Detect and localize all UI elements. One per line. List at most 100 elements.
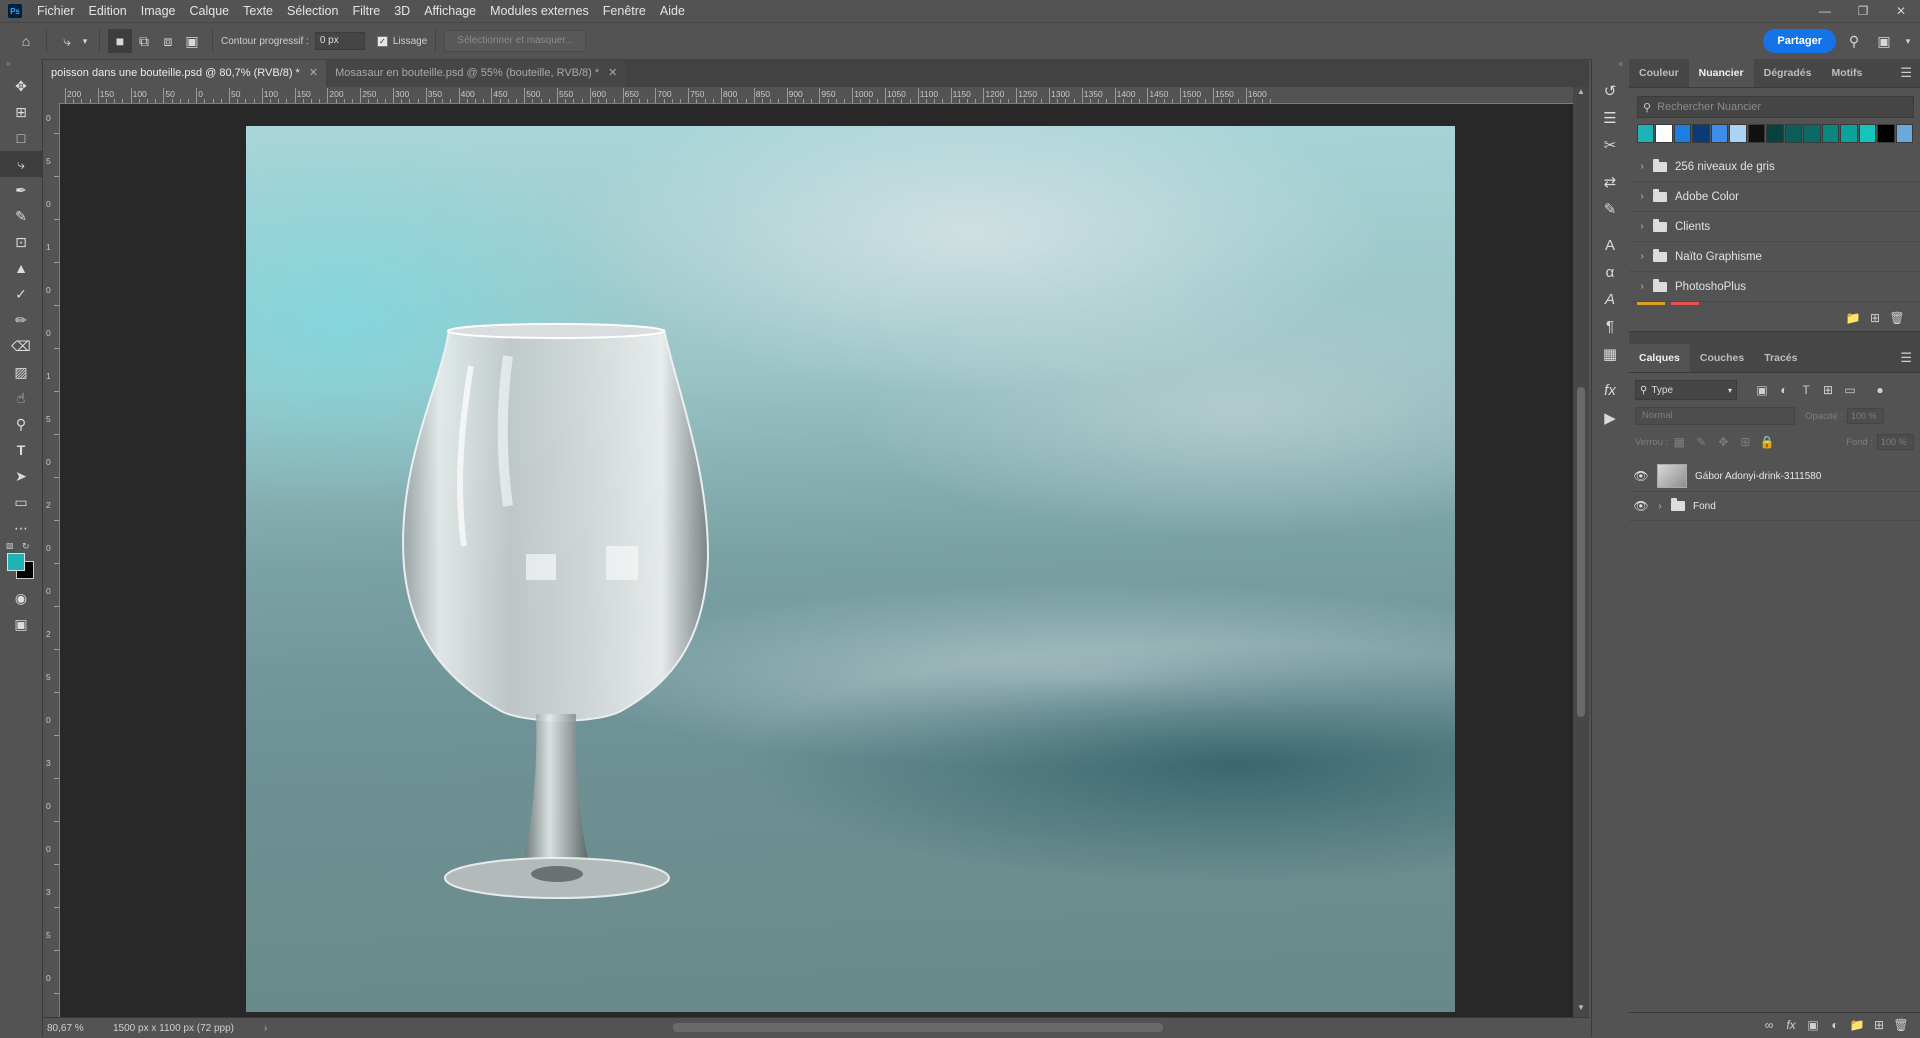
eye-icon[interactable]: 👁 [1629, 469, 1653, 483]
tools-icon[interactable]: ✂ [1592, 131, 1628, 158]
fx-icon[interactable]: fx [1592, 377, 1628, 404]
swatch-group-row[interactable]: › PhotoshoPlus [1629, 272, 1920, 302]
menu-affichage[interactable]: Affichage [417, 4, 483, 18]
color-swatch[interactable] [1710, 124, 1729, 143]
tab-calques[interactable]: Calques [1629, 344, 1690, 372]
trash-icon[interactable]: 🗑 [1886, 311, 1908, 325]
lissage-checkbox[interactable]: ✓ Lissage [376, 35, 427, 47]
filter-pixel-icon[interactable]: ▣ [1751, 383, 1773, 397]
dodge-tool-icon[interactable]: ⚲ [0, 411, 42, 437]
color-swatch[interactable] [1858, 124, 1877, 143]
chevron-down-icon[interactable]: ▾ [1900, 29, 1916, 53]
close-icon[interactable]: ✕ [1882, 0, 1920, 22]
swatch-group-row[interactable]: › Naïto Graphisme [1629, 242, 1920, 272]
tab-couleur[interactable]: Couleur [1629, 59, 1689, 87]
swatch-group-row[interactable]: › Adobe Color [1629, 182, 1920, 212]
lock-paint-icon[interactable]: ✎ [1690, 435, 1712, 449]
lock-move-icon[interactable]: ✥ [1712, 435, 1734, 449]
tab-traces[interactable]: Tracés [1754, 344, 1807, 372]
collapse-icon[interactable]: » [0, 59, 42, 73]
vertical-scrollbar[interactable]: ▲ ▼ [1573, 87, 1589, 1017]
color-swatch[interactable] [1803, 124, 1821, 143]
eyedropper-tool-icon[interactable]: ✓ [0, 281, 42, 307]
stamp-tool-icon[interactable]: ▲ [0, 255, 42, 281]
close-icon[interactable]: ✕ [309, 67, 318, 79]
filter-adjustment-icon[interactable]: ◐ [1773, 383, 1795, 397]
eye-icon[interactable]: 👁 [1629, 499, 1653, 513]
filter-type-icon[interactable]: T [1795, 383, 1817, 397]
menu-texte[interactable]: Texte [236, 4, 280, 18]
tab-document-2[interactable]: Mosasaur en bouteille.psd @ 55% (bouteil… [327, 60, 626, 87]
gradient-tool-icon[interactable]: ▨ [0, 359, 42, 385]
color-swatch[interactable] [1673, 124, 1692, 143]
glyphs-icon[interactable]: α [1592, 259, 1628, 286]
quick-mask-icon[interactable]: ◉ [0, 585, 42, 611]
brush-tool-icon[interactable]: ✏ [0, 307, 42, 333]
menu-selection[interactable]: Sélection [280, 4, 345, 18]
menu-fichier[interactable]: Fichier [30, 4, 82, 18]
collapse-icon[interactable]: « [1592, 59, 1629, 77]
screen-mode-icon[interactable]: ▣ [0, 611, 42, 637]
color-swatch[interactable] [1766, 124, 1784, 143]
intersect-selection-icon[interactable]: ▣ [180, 29, 204, 53]
lock-all-icon[interactable]: 🔒 [1756, 435, 1778, 449]
history-icon[interactable]: ↺ [1592, 77, 1628, 104]
color-swatch[interactable] [1637, 124, 1655, 143]
chevron-right-icon[interactable]: › [1635, 191, 1649, 202]
chevron-right-icon[interactable]: › [1635, 161, 1649, 172]
select-and-mask-button[interactable]: Sélectionner et masquer... [444, 30, 587, 52]
marquee-tool-icon[interactable]: □ [0, 125, 42, 151]
menu-3d[interactable]: 3D [387, 4, 417, 18]
add-mask-icon[interactable]: ▣ [1802, 1018, 1824, 1032]
color-swatch[interactable] [1655, 124, 1673, 143]
filter-shape-icon[interactable]: ⊞ [1817, 383, 1839, 397]
menu-aide[interactable]: Aide [653, 4, 692, 18]
color-swatch[interactable] [1840, 124, 1858, 143]
tab-document-1[interactable]: poisson dans une bouteille.psd @ 80,7% (… [43, 60, 327, 87]
menu-fenetre[interactable]: Fenêtre [596, 4, 653, 18]
adjustments-icon[interactable]: ☰ [1592, 104, 1628, 131]
home-icon[interactable]: ⌂ [14, 29, 38, 53]
opacity-input[interactable]: 100 % [1847, 408, 1885, 424]
panel-menu-icon[interactable]: ☰ [1900, 350, 1912, 366]
status-chevron-icon[interactable]: › [264, 1023, 267, 1034]
swap-colors-icon[interactable]: ↻ [22, 541, 30, 552]
character-icon[interactable]: A [1592, 232, 1628, 259]
tab-couches[interactable]: Couches [1690, 344, 1754, 372]
menu-edition[interactable]: Edition [82, 4, 134, 18]
vertical-scroll-thumb[interactable] [1577, 387, 1585, 717]
contour-input[interactable]: 0 px [314, 32, 365, 50]
actions-play-icon[interactable]: ▶ [1592, 404, 1628, 431]
path-selection-icon[interactable]: ➤ [0, 463, 42, 489]
horizontal-scroll-thumb[interactable] [673, 1023, 1163, 1032]
workspace-icon[interactable]: ▣ [1872, 29, 1896, 53]
paragraph-styles-icon[interactable]: ▦ [1592, 340, 1628, 367]
chevron-right-icon[interactable]: › [1635, 281, 1649, 292]
menu-filtre[interactable]: Filtre [345, 4, 387, 18]
lasso-tool-icon[interactable]: ⤷ [0, 151, 42, 177]
swatch-group-row[interactable]: › Clients [1629, 212, 1920, 242]
blend-mode-select[interactable]: Normal [1635, 407, 1795, 425]
eraser-tool-icon[interactable]: ⌫ [0, 333, 42, 359]
zoom-level[interactable]: 80,67 % [47, 1023, 107, 1034]
layer-style-fx-icon[interactable]: fx [1780, 1018, 1802, 1032]
new-layer-icon[interactable]: ⊞ [1868, 1018, 1890, 1032]
pen-tool-icon[interactable]: ✒ [0, 177, 42, 203]
color-swatch[interactable] [1692, 124, 1710, 143]
character-styles-icon[interactable]: A [1592, 286, 1628, 313]
close-icon[interactable]: ✕ [608, 67, 617, 79]
layer-filter-select[interactable]: ⚲ Type ▾ [1635, 380, 1737, 400]
color-swatch[interactable] [1821, 124, 1840, 143]
menu-modules-externes[interactable]: Modules externes [483, 4, 596, 18]
smudge-tool-icon[interactable]: ☝ [0, 385, 42, 411]
crop-tool-icon[interactable]: ⊞ [0, 99, 42, 125]
color-swatch[interactable] [1877, 124, 1895, 143]
properties-icon[interactable]: ⇄ [1592, 168, 1628, 195]
paragraph-icon[interactable]: ¶ [1592, 313, 1628, 340]
filter-smart-icon[interactable]: ▭ [1839, 383, 1861, 397]
scroll-up-icon[interactable]: ▲ [1573, 87, 1589, 101]
swatch-search-input[interactable]: ⚲ Rechercher Nuancier [1637, 96, 1914, 118]
restore-icon[interactable]: ❐ [1844, 0, 1882, 22]
canvas-area[interactable] [60, 104, 1573, 1017]
adjustment-layer-icon[interactable]: ◐ [1824, 1018, 1846, 1032]
